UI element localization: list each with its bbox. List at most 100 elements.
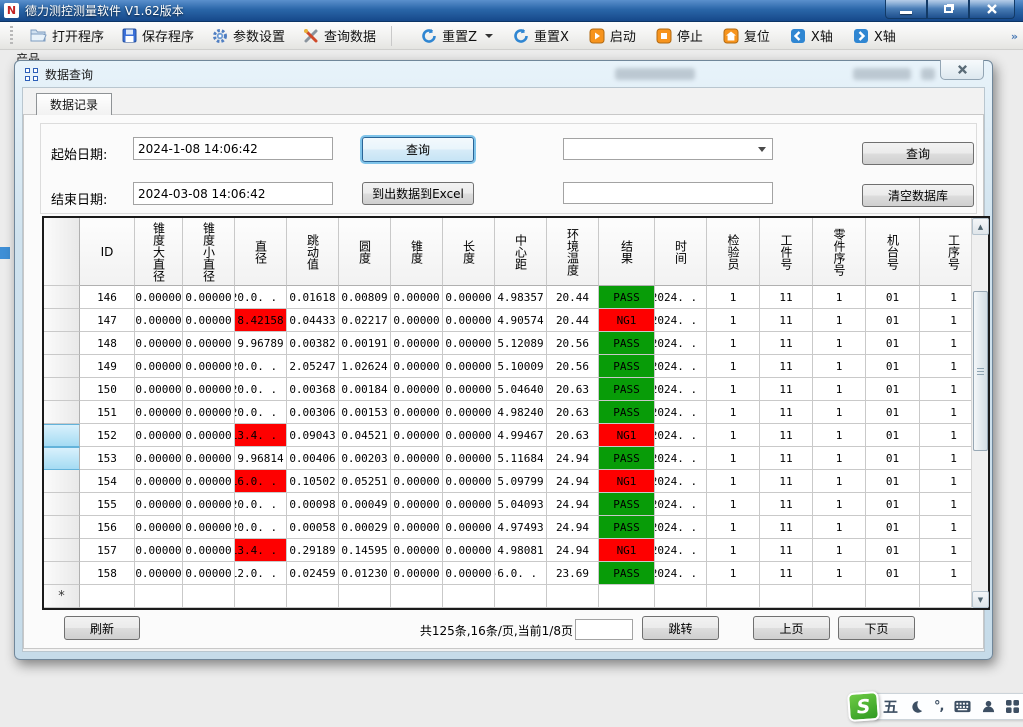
table-cell[interactable]: 0.00000 <box>391 447 443 470</box>
toolbar-item-2[interactable]: 保存程序 <box>115 23 201 48</box>
column-header-11[interactable]: 时间 <box>655 218 707 286</box>
table-cell[interactable]: 146 <box>80 286 135 309</box>
refresh-button[interactable]: 刷新 <box>64 616 140 640</box>
table-cell-empty[interactable] <box>183 585 235 608</box>
table-cell[interactable]: 0.01618 <box>287 286 339 309</box>
table-cell[interactable]: 2024. . . <box>655 355 707 378</box>
table-cell[interactable]: 4.98081 <box>495 539 547 562</box>
table-cell[interactable]: 0.00000 <box>183 332 235 355</box>
table-cell[interactable]: 0.00000 <box>443 424 495 447</box>
table-cell[interactable]: 24.94 <box>547 447 599 470</box>
table-cell[interactable]: 0.00000 <box>443 516 495 539</box>
row-selector[interactable] <box>44 378 80 401</box>
column-header-6[interactable]: 锥度 <box>391 218 443 286</box>
table-cell[interactable]: 1 <box>813 562 866 585</box>
table-cell[interactable]: 0.00000 <box>391 539 443 562</box>
table-cell[interactable]: 20.0. . . <box>235 493 287 516</box>
table-cell[interactable]: 2024. . . <box>655 470 707 493</box>
table-cell[interactable]: 20.0. . . <box>235 355 287 378</box>
table-cell[interactable]: 0.05251 <box>339 470 391 493</box>
table-cell[interactable]: 0.04433 <box>287 309 339 332</box>
table-cell[interactable]: NG1 <box>599 539 655 562</box>
table-cell[interactable]: 0.00000 <box>183 493 235 516</box>
row-selector[interactable] <box>44 562 80 585</box>
row-selector[interactable] <box>44 355 80 378</box>
table-cell[interactable]: 4.98240 <box>495 401 547 424</box>
table-cell[interactable]: 1 <box>707 401 760 424</box>
ime-punctuation-mode[interactable]: °, <box>934 699 943 714</box>
column-header-13[interactable]: 工件号 <box>760 218 813 286</box>
table-cell[interactable]: 5.09799 <box>495 470 547 493</box>
table-cell[interactable]: 1 <box>813 401 866 424</box>
table-cell[interactable]: PASS <box>599 355 655 378</box>
row-selector[interactable] <box>44 424 80 447</box>
table-cell[interactable]: 0.00000 <box>183 562 235 585</box>
table-cell[interactable]: 2.05247 <box>287 355 339 378</box>
table-cell[interactable]: 0.00000 <box>391 424 443 447</box>
table-cell[interactable]: 0.00029 <box>339 516 391 539</box>
table-cell[interactable]: 20.44 <box>547 309 599 332</box>
table-cell-empty[interactable] <box>339 585 391 608</box>
table-cell[interactable]: 2024. . . <box>655 539 707 562</box>
table-cell[interactable]: NG1 <box>599 470 655 493</box>
toolbar-item-5[interactable]: 重置Z <box>414 23 500 48</box>
table-cell[interactable]: 0.00000 <box>135 309 183 332</box>
filter-combobox[interactable] <box>563 138 773 160</box>
scroll-down-button[interactable]: ▼ <box>972 591 989 608</box>
table-cell[interactable]: 0.00049 <box>339 493 391 516</box>
table-cell[interactable]: 12.0. . . <box>235 562 287 585</box>
toolbar-item-1[interactable]: 打开程序 <box>23 23 111 48</box>
table-cell[interactable]: 156 <box>80 516 135 539</box>
table-cell[interactable]: 0.00000 <box>135 401 183 424</box>
table-cell[interactable]: 0.04521 <box>339 424 391 447</box>
table-cell[interactable]: 2024. . . <box>655 493 707 516</box>
table-cell[interactable]: 0.00184 <box>339 378 391 401</box>
table-cell[interactable]: 11 <box>760 447 813 470</box>
table-cell[interactable]: 0.00000 <box>135 355 183 378</box>
column-header-4[interactable]: 跳动值 <box>287 218 339 286</box>
table-cell[interactable]: 147 <box>80 309 135 332</box>
next-page-button[interactable]: 下页 <box>838 616 915 640</box>
scrollbar-thumb[interactable] <box>973 291 988 451</box>
table-cell[interactable]: 0.00058 <box>287 516 339 539</box>
row-selector[interactable] <box>44 401 80 424</box>
table-cell[interactable]: 11 <box>760 309 813 332</box>
start-date-input[interactable] <box>133 137 333 160</box>
table-cell[interactable]: 0.00000 <box>135 378 183 401</box>
table-cell[interactable]: 0.10502 <box>287 470 339 493</box>
table-cell[interactable]: 0.00000 <box>135 493 183 516</box>
table-cell[interactable]: 154 <box>80 470 135 493</box>
table-cell[interactable]: 0.29189 <box>287 539 339 562</box>
ime-wubi-mode[interactable]: 五 <box>883 696 898 717</box>
table-cell[interactable]: 0.00000 <box>135 562 183 585</box>
table-cell[interactable]: 0.00000 <box>391 401 443 424</box>
table-cell[interactable]: 1 <box>707 424 760 447</box>
table-cell[interactable]: 0.00000 <box>391 562 443 585</box>
table-cell[interactable]: 13.4. . . <box>235 424 287 447</box>
row-selector[interactable] <box>44 470 80 493</box>
table-cell-empty[interactable] <box>813 585 866 608</box>
table-cell[interactable]: 01 <box>866 516 920 539</box>
table-cell-empty[interactable] <box>235 585 287 608</box>
table-cell[interactable]: 0.00000 <box>443 332 495 355</box>
table-cell[interactable]: 0.00000 <box>443 401 495 424</box>
row-selector[interactable] <box>44 539 80 562</box>
table-cell[interactable]: 0.00000 <box>443 539 495 562</box>
table-cell[interactable]: 2024. . . <box>655 286 707 309</box>
table-cell[interactable]: 0.00000 <box>183 309 235 332</box>
table-cell[interactable]: 0.14595 <box>339 539 391 562</box>
toolbar-item-6[interactable]: 重置X <box>506 23 576 48</box>
column-header-14[interactable]: 零件序号 <box>813 218 866 286</box>
table-cell[interactable]: 20.44 <box>547 286 599 309</box>
table-cell[interactable]: 24.94 <box>547 493 599 516</box>
filter-input[interactable] <box>563 182 773 204</box>
export-excel-button[interactable]: 到出数据到Excel <box>362 182 474 205</box>
table-cell[interactable]: 0.00000 <box>443 493 495 516</box>
table-cell[interactable]: 151 <box>80 401 135 424</box>
toolbar-item-10[interactable]: X轴 <box>783 23 840 48</box>
table-cell[interactable]: 2024. . . <box>655 562 707 585</box>
table-cell[interactable]: 20.56 <box>547 332 599 355</box>
table-cell[interactable]: 1 <box>707 539 760 562</box>
table-cell[interactable]: 0.00000 <box>135 447 183 470</box>
table-cell[interactable]: 152 <box>80 424 135 447</box>
